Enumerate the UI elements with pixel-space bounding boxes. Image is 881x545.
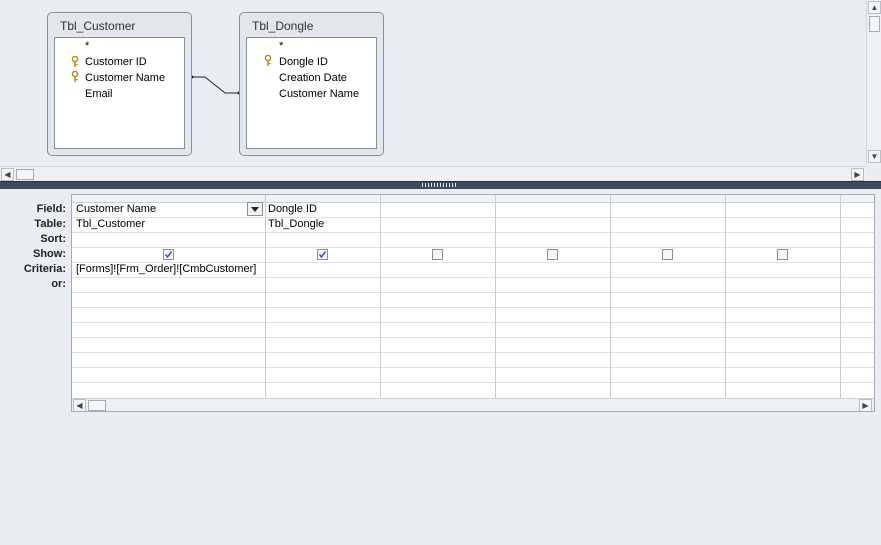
grid-table-cell[interactable]: Tbl_Dongle xyxy=(268,218,324,230)
field-list[interactable]: * Customer ID Customer Name Email xyxy=(54,37,185,149)
show-checkbox[interactable] xyxy=(662,249,673,260)
diagram-horizontal-scrollbar[interactable]: ◀ ▶ xyxy=(0,166,866,182)
row-label-criteria: Criteria: xyxy=(23,263,66,275)
table-window-customer[interactable]: Tbl_Customer * Customer ID Customer Name… xyxy=(47,12,192,156)
scroll-thumb[interactable] xyxy=(869,16,880,32)
row-label-or: or: xyxy=(51,278,66,290)
checkmark-icon xyxy=(164,251,173,259)
scroll-left-icon[interactable]: ◀ xyxy=(1,168,14,181)
row-label-sort: Sort: xyxy=(40,233,66,245)
show-checkbox[interactable] xyxy=(432,249,443,260)
table-title[interactable]: Tbl_Dongle xyxy=(252,19,313,33)
field-list-item[interactable]: Creation Date xyxy=(279,72,347,84)
field-list-item[interactable]: Dongle ID xyxy=(279,56,328,68)
field-list-item[interactable]: * xyxy=(279,40,283,52)
field-list-item[interactable]: * xyxy=(85,40,89,52)
show-checkbox[interactable] xyxy=(547,249,558,260)
scroll-thumb[interactable] xyxy=(16,169,34,180)
primary-key-icon xyxy=(71,56,79,67)
diagram-vertical-scrollbar[interactable]: ▲ ▼ xyxy=(866,0,881,166)
dropdown-arrow-icon[interactable] xyxy=(247,202,263,216)
pane-splitter[interactable] xyxy=(0,181,881,189)
checkmark-icon xyxy=(318,251,327,259)
scroll-down-icon[interactable]: ▼ xyxy=(868,150,881,163)
primary-key-icon xyxy=(264,55,272,66)
primary-key-icon xyxy=(71,71,79,82)
grid-field-cell[interactable]: Dongle ID xyxy=(268,203,317,215)
scroll-thumb[interactable] xyxy=(88,400,106,411)
grid-table-cell[interactable]: Tbl_Customer xyxy=(76,218,145,230)
field-list-item[interactable]: Customer ID xyxy=(85,56,147,68)
table-title[interactable]: Tbl_Customer xyxy=(60,19,135,33)
grid-field-cell[interactable]: Customer Name xyxy=(76,203,156,215)
query-diagram-pane[interactable]: Tbl_Customer * Customer ID Customer Name… xyxy=(0,0,866,166)
show-checkbox[interactable] xyxy=(777,249,788,260)
scroll-up-icon[interactable]: ▲ xyxy=(868,1,881,14)
row-label-show: Show: xyxy=(33,248,66,260)
field-list-item[interactable]: Email xyxy=(85,88,113,100)
scroll-right-icon[interactable]: ▶ xyxy=(859,399,872,411)
query-design-grid[interactable]: Customer Name Tbl_Customer [Forms]![Frm_… xyxy=(71,194,875,412)
grid-horizontal-scrollbar[interactable]: ◀ ▶ xyxy=(72,398,874,411)
show-checkbox[interactable] xyxy=(163,249,174,260)
scroll-left-icon[interactable]: ◀ xyxy=(73,399,86,411)
row-label-table: Table: xyxy=(34,218,66,230)
grid-criteria-cell[interactable]: [Forms]![Frm_Order]![CmbCustomer] xyxy=(76,263,256,275)
field-list-item[interactable]: Customer Name xyxy=(279,88,359,100)
table-window-dongle[interactable]: Tbl_Dongle * Dongle ID Creation Date Cus… xyxy=(239,12,384,156)
row-label-field: Field: xyxy=(36,203,66,215)
column-selector-bar[interactable] xyxy=(72,195,874,203)
show-checkbox[interactable] xyxy=(317,249,328,260)
scroll-right-icon[interactable]: ▶ xyxy=(851,168,864,181)
splitter-grip-icon[interactable] xyxy=(422,183,458,187)
field-list-item[interactable]: Customer Name xyxy=(85,72,165,84)
field-list[interactable]: * Dongle ID Creation Date Customer Name xyxy=(246,37,377,149)
